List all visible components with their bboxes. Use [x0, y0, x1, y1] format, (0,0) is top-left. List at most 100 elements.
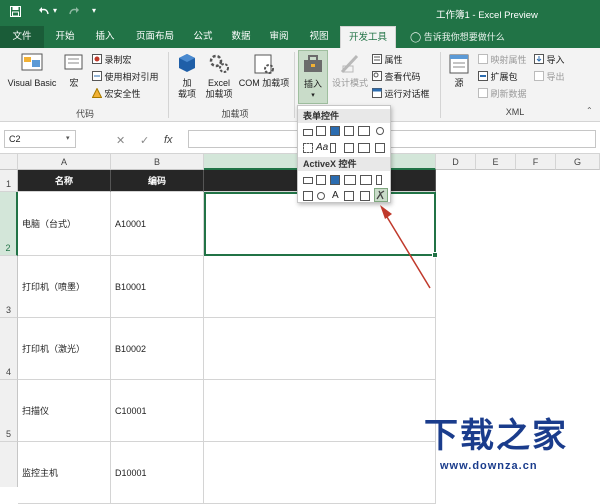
activex-text-box-icon[interactable] — [360, 175, 372, 185]
undo-icon[interactable] — [38, 6, 50, 20]
addins-label: 加 载项 — [177, 78, 196, 99]
row-header[interactable]: 5 — [0, 380, 18, 442]
table-cell[interactable]: B10001 — [111, 256, 204, 318]
enter-icon[interactable]: ✓ — [140, 134, 149, 147]
cancel-icon[interactable]: ✕ — [116, 134, 125, 147]
row-header[interactable]: 3 — [0, 256, 18, 318]
column-header[interactable]: B — [111, 154, 204, 170]
row-header[interactable]: 4 — [0, 318, 18, 380]
column-header[interactable]: G — [556, 154, 600, 170]
table-cell[interactable]: 电脑（台式） — [18, 192, 111, 256]
import-button[interactable]: 导入 — [534, 54, 565, 67]
tab-insert[interactable]: 插入 — [88, 26, 122, 48]
command-button-control-icon[interactable] — [303, 177, 313, 184]
spin-button-control-icon[interactable] — [344, 126, 354, 136]
visual-basic-button[interactable]: Visual Basic — [4, 52, 60, 89]
expansion-packs-button[interactable]: 扩展包 — [478, 71, 518, 84]
activex-combo-box-icon[interactable] — [316, 175, 326, 185]
activex-toggle-button-icon[interactable] — [360, 191, 370, 201]
combo-list-edit-control-icon[interactable] — [358, 143, 370, 153]
activex-option-button-icon[interactable] — [317, 192, 325, 200]
activex-image-icon[interactable] — [344, 191, 354, 201]
row-header[interactable]: 2 — [0, 192, 18, 256]
watermark: 下载之家 www.downza.cn — [410, 408, 600, 487]
table-cell[interactable]: 扫描仪 — [18, 380, 111, 442]
table-cell[interactable] — [204, 442, 436, 504]
table-cell[interactable]: 监控主机 — [18, 442, 111, 504]
relative-refs-label: 使用相对引用 — [104, 72, 159, 82]
undo-dropdown-icon[interactable]: ▾ — [53, 6, 57, 15]
activex-spin-button-icon[interactable] — [303, 191, 313, 201]
activex-label-icon[interactable]: A — [332, 190, 339, 201]
tab-view[interactable]: 视图 — [302, 26, 336, 48]
table-cell[interactable]: 打印机（激光） — [18, 318, 111, 380]
excel-addins-button[interactable]: Excel 加载项 — [202, 52, 236, 100]
combo-drop-down-control-icon[interactable] — [375, 143, 385, 153]
view-code-button[interactable]: 查看代码 — [372, 71, 421, 84]
table-cell[interactable]: C10001 — [111, 380, 204, 442]
insert-control-button[interactable]: 插入 ▾ — [298, 50, 328, 104]
tell-me-box[interactable]: ◯ 告诉我你想要做什么 — [410, 26, 505, 48]
list-box-control-icon[interactable] — [358, 126, 370, 136]
table-cell[interactable] — [204, 380, 436, 442]
xml-group-label: XML — [505, 107, 525, 117]
save-icon[interactable] — [10, 6, 21, 20]
tab-developer[interactable]: 开发工具 — [340, 26, 396, 48]
table-header-cell[interactable]: 编码 — [111, 170, 204, 192]
group-box-control-icon[interactable] — [303, 143, 313, 153]
activex-check-box-icon[interactable] — [330, 175, 340, 185]
run-dialog-button[interactable]: 运行对话框 — [372, 88, 430, 101]
tab-home[interactable]: 开始 — [48, 26, 82, 48]
macro-security-label: 宏安全性 — [104, 89, 141, 99]
column-header[interactable]: A — [18, 154, 111, 170]
tab-file[interactable]: 文件 — [0, 26, 44, 48]
column-header[interactable]: F — [516, 154, 556, 170]
table-cell[interactable]: A10001 — [111, 192, 204, 256]
table-cell[interactable] — [204, 256, 436, 318]
insert-function-icon[interactable]: fx — [164, 134, 173, 146]
table-header-cell[interactable]: 名称 — [18, 170, 111, 192]
properties-icon — [372, 54, 382, 67]
scroll-bar-control-icon[interactable] — [330, 143, 336, 153]
macro-security-button[interactable]: 宏安全性 — [91, 87, 141, 101]
table-cell[interactable]: D10001 — [111, 442, 204, 504]
macros-button[interactable]: 宏 — [62, 52, 86, 89]
formula-input[interactable] — [188, 130, 596, 148]
option-button-control-icon[interactable] — [376, 127, 384, 135]
name-box-dropdown-icon[interactable]: ▾ — [66, 134, 70, 142]
expansion-packs-label: 扩展包 — [490, 72, 518, 82]
design-mode-label: 设计模式 — [332, 78, 369, 88]
button-control-icon[interactable] — [303, 129, 313, 136]
table-cell[interactable]: 打印机（喷墨） — [18, 256, 111, 318]
addins-button[interactable]: 加 载项 — [174, 52, 200, 100]
relative-refs-icon — [92, 71, 102, 84]
row-header[interactable]: 1 — [0, 170, 18, 192]
record-macro-button[interactable]: 录制宏 — [92, 54, 132, 67]
customize-quick-access-icon[interactable]: ▾ — [92, 6, 96, 15]
table-cell[interactable] — [204, 318, 436, 380]
map-properties-icon — [478, 54, 488, 67]
tab-data[interactable]: 数据 — [224, 26, 258, 48]
com-addins-button[interactable]: COM 加载项 — [236, 52, 292, 89]
more-controls-icon[interactable] — [374, 188, 388, 202]
column-header[interactable]: D — [436, 154, 476, 170]
tab-review[interactable]: 审阅 — [262, 26, 296, 48]
tab-page-layout[interactable]: 页面布局 — [128, 26, 182, 48]
check-box-control-icon[interactable] — [330, 126, 340, 136]
relative-refs-button[interactable]: 使用相对引用 — [92, 71, 159, 84]
properties-button[interactable]: 属性 — [372, 54, 403, 67]
fill-handle[interactable] — [432, 252, 438, 258]
label-control-icon[interactable]: Aa — [316, 142, 328, 153]
activex-scroll-bar-icon[interactable] — [376, 175, 382, 185]
tab-formulas[interactable]: 公式 — [186, 26, 220, 48]
table-cell[interactable]: B10002 — [111, 318, 204, 380]
text-field-control-icon[interactable] — [344, 143, 354, 153]
collapse-ribbon-icon[interactable]: ⌃ — [586, 106, 593, 115]
row-header[interactable] — [0, 442, 18, 487]
combo-box-control-icon[interactable] — [316, 126, 326, 136]
design-mode-button: 设计模式 — [332, 52, 368, 89]
xml-source-button[interactable]: 源 — [444, 52, 474, 89]
activex-list-box-icon[interactable] — [344, 175, 356, 185]
select-all-corner[interactable] — [0, 154, 18, 170]
column-header[interactable]: E — [476, 154, 516, 170]
